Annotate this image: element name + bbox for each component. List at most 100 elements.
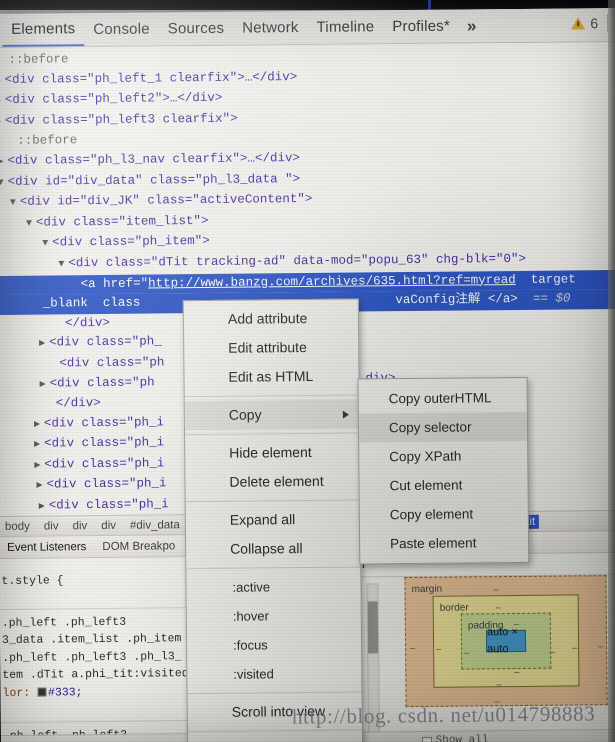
box-model-padding-bottom-value[interactable]: –: [514, 664, 519, 682]
menu-item-expand-all[interactable]: Expand all: [186, 505, 360, 536]
style-prop[interactable]: lor:: [2, 686, 30, 699]
twisty-icon[interactable]: [36, 477, 46, 497]
devtools-window: Elements Console Sources Network Timelin…: [0, 7, 615, 742]
submenu-arrow-icon: [342, 410, 349, 419]
warning-count: 6: [590, 15, 599, 32]
menu-item-break-on[interactable]: Break on...: [188, 735, 362, 742]
dom-row-text: <div class="ph_item">: [52, 234, 210, 250]
breadcrumb-item-div-2[interactable]: div: [72, 520, 87, 532]
twisty-icon[interactable]: [39, 375, 49, 395]
dom-row-text: <div class="ph_i: [43, 415, 165, 431]
selected-row-suffix: </a>: [487, 292, 518, 307]
menu-item-hide-element[interactable]: Hide element: [185, 438, 359, 469]
menu-item-edit-as-html[interactable]: Edit as HTML: [184, 362, 358, 393]
menu-separator: [186, 566, 361, 570]
menu-item-state-focus[interactable]: :focus: [187, 630, 361, 661]
selected-row-text-content: vaConfig注解: [395, 292, 481, 308]
dom-row-text: <div class="ph_i: [44, 435, 165, 451]
dom-row-text: <div id="div_JK" class="activeContent">: [19, 192, 313, 209]
breadcrumb-item-body[interactable]: body: [5, 520, 30, 532]
twisty-icon[interactable]: [58, 255, 68, 275]
twisty-icon[interactable]: [0, 173, 8, 193]
box-model-margin-right-value[interactable]: –: [598, 638, 603, 656]
box-model-border-left-value[interactable]: –: [436, 641, 441, 659]
selected-row-prefix: <a href=: [80, 276, 141, 291]
dom-row-text: <div class="ph_i: [48, 497, 169, 513]
tab-network[interactable]: Network: [233, 12, 308, 43]
selected-row-target-attr: target: [530, 271, 576, 287]
selected-row-class-attr: class: [102, 295, 141, 311]
menu-item-state-active[interactable]: :active: [186, 572, 360, 603]
menu-item-collapse-all[interactable]: Collapse all: [186, 534, 360, 565]
menu-separator: [187, 691, 362, 695]
dom-row-text: <div class="ph_i: [44, 456, 165, 472]
breadcrumb-item-div-1[interactable]: div: [44, 520, 59, 532]
dom-row-text: </div>: [64, 315, 111, 331]
menu-item-edit-attribute[interactable]: Edit attribute: [184, 333, 358, 364]
box-model-diagram[interactable]: margin – – – – border – – – – padding –: [404, 575, 608, 708]
tab-timeline[interactable]: Timeline: [307, 12, 383, 43]
dom-row-text: <div class="ph: [49, 374, 155, 390]
twisty-icon[interactable]: [10, 194, 20, 214]
copy-submenu[interactable]: Copy outerHTML Copy selector Copy XPath …: [357, 376, 530, 565]
screen-photo: Elements Console Sources Network Timelin…: [0, 0, 615, 742]
dom-row-text: <div class="dTit tracking-ad" data-mod="…: [68, 251, 527, 271]
submenu-item-paste-element[interactable]: Paste element: [360, 528, 528, 559]
box-model-padding-box[interactable]: padding – – – – auto × auto: [460, 612, 555, 677]
dom-row-text: <div id="div_data" class="ph_l3_data ">: [7, 171, 301, 189]
box-model-border-box[interactable]: border – – – – padding – – – – auto × au…: [432, 594, 580, 689]
submenu-item-copy-selector[interactable]: Copy selector: [358, 411, 528, 443]
dom-row-text: <div class="ph: [59, 355, 165, 371]
breadcrumb-item-div-3[interactable]: div: [101, 519, 116, 531]
menu-item-add-attribute[interactable]: Add attribute: [184, 304, 358, 335]
show-all-checkbox[interactable]: [421, 736, 432, 742]
menu-item-delete-element[interactable]: Delete element: [185, 467, 359, 498]
breadcrumb-item-div-data[interactable]: #div_data: [130, 519, 180, 531]
warning-indicator[interactable]: 6: [571, 14, 609, 33]
sidebar-tab-dom-breakpoints[interactable]: DOM Breakpo: [102, 540, 175, 553]
menu-item-copy[interactable]: Copy: [184, 399, 359, 431]
styles-scrollbar-thumb[interactable]: [367, 601, 379, 654]
style-value[interactable]: #333;: [48, 686, 83, 699]
submenu-item-copy-outerhtml[interactable]: Copy outerHTML: [359, 383, 527, 414]
box-model-border-bottom-value[interactable]: –: [496, 676, 501, 694]
selected-row-url[interactable]: http://www.banzg.com/archives/635.html?r…: [148, 273, 516, 291]
twisty-icon[interactable]: [34, 436, 44, 456]
tab-elements[interactable]: Elements: [2, 13, 85, 47]
color-swatch[interactable]: [36, 687, 47, 697]
submenu-item-copy-element[interactable]: Copy element: [360, 499, 528, 530]
twisty-icon[interactable]: [34, 415, 44, 435]
menu-separator: [187, 729, 362, 733]
submenu-item-cut-element[interactable]: Cut element: [359, 470, 527, 501]
twisty-icon[interactable]: [39, 335, 49, 355]
menu-item-state-visited[interactable]: :visited: [187, 659, 361, 690]
box-model-margin-left-value[interactable]: –: [410, 640, 415, 658]
tab-sources[interactable]: Sources: [159, 13, 234, 44]
dom-row-text: <div class="ph_: [49, 334, 162, 350]
twisty-icon[interactable]: [42, 235, 52, 255]
dom-row-text: <div class="ph_left3 clearfix">: [4, 111, 238, 128]
menu-item-state-hover[interactable]: :hover: [187, 601, 361, 632]
context-menu[interactable]: Add attribute Edit attribute Edit as HTM…: [182, 298, 364, 742]
submenu-item-copy-xpath[interactable]: Copy XPath: [359, 441, 527, 472]
wall-edge: [608, 0, 615, 742]
console-ref: == $0: [532, 291, 571, 306]
box-model-padding-left-value[interactable]: –: [464, 644, 469, 662]
menu-item-copy-label: Copy: [228, 406, 262, 423]
box-model-border-right-value[interactable]: –: [572, 639, 577, 657]
twisty-icon[interactable]: [34, 456, 44, 476]
watermark-url: http://blog. csdn. net/u014798883: [291, 701, 596, 729]
dom-row-text: ::before: [8, 52, 69, 67]
more-tabs-chevron-icon[interactable]: »: [459, 12, 485, 40]
show-all-toggle[interactable]: Show all: [421, 732, 489, 742]
box-model-padding-right-value[interactable]: –: [550, 644, 555, 662]
sidebar-tab-event-listeners[interactable]: Event Listeners: [7, 541, 86, 554]
dom-row-text: <div class="ph_left2">…</div>: [4, 90, 223, 108]
menu-separator: [185, 432, 360, 436]
element-style-header[interactable]: t.style {: [1, 574, 63, 588]
tab-console[interactable]: Console: [84, 14, 159, 45]
box-model-content-size[interactable]: auto × auto: [485, 626, 527, 655]
twisty-icon[interactable]: [39, 498, 49, 516]
tab-profiles[interactable]: Profiles*: [383, 11, 459, 42]
twisty-icon[interactable]: [26, 214, 36, 234]
